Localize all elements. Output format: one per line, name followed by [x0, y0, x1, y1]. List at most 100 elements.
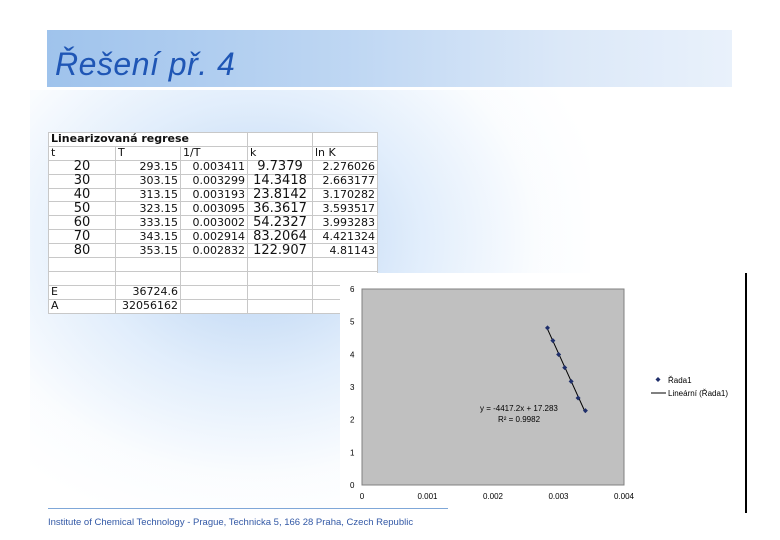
cell-inverse-T: 0.003299 [180, 173, 248, 189]
chart-container: 0 1 2 3 4 5 6 0 0.001 0.002 0.003 0.004 y = -4417.… [340, 273, 747, 513]
cell-t: 60 [48, 215, 116, 231]
table-row: 80 353.15 0.002832 122.907 4.81143 [48, 243, 378, 259]
plot-area [361, 288, 625, 486]
cell-inverse-T: 0.002914 [180, 229, 248, 245]
empty-cell [180, 257, 248, 272]
title-band: Řešení př. 4 [47, 30, 732, 87]
A-value: 32056162 [115, 298, 181, 314]
cell-lnK: 4.421324 [312, 229, 378, 245]
y-tick-label: 0 [350, 481, 355, 490]
cell-t: 30 [48, 173, 116, 189]
cell-t: 80 [48, 243, 116, 259]
table-row: 40 313.15 0.003193 23.8142 3.170282 [48, 187, 378, 203]
x-tick-label: 0.002 [483, 492, 504, 501]
footer-text: Institute of Chemical Technology - Pragu… [48, 517, 414, 528]
chart-legend: Řada1 Lineární (Řada1) [651, 376, 728, 398]
empty-cell [247, 298, 313, 314]
table-header-row: t T 1/T k ln K [48, 145, 378, 161]
y-tick-label: 5 [350, 318, 355, 327]
y-tick-label: 4 [350, 350, 355, 359]
legend-marker-icon [655, 377, 661, 382]
table-row: 20 293.15 0.003411 9.7379 2.276026 [48, 159, 378, 175]
cell-k: 14.3418 [247, 173, 313, 189]
scatter-chart: 0 1 2 3 4 5 6 0 0.001 0.002 0.003 0.004 y = -4417.… [350, 285, 728, 501]
cell-lnK: 3.170282 [312, 187, 378, 203]
cell-T: 313.15 [115, 187, 181, 203]
empty-cell [312, 132, 378, 147]
cell-k: 122.907 [247, 243, 313, 259]
empty-cell [48, 270, 116, 286]
trendline-equation: y = -4417.2x + 17.283 [480, 404, 558, 413]
x-tick-label: 0.003 [548, 492, 569, 501]
table-row: Linearizovaná regrese [48, 132, 378, 147]
y-tick-label: 2 [350, 416, 355, 425]
cell-lnK: 3.993283 [312, 215, 378, 231]
footer: Institute of Chemical Technology - Pragu… [48, 508, 448, 529]
cell-k: 36.3617 [247, 201, 313, 217]
x-tick-label: 0 [360, 492, 365, 501]
cell-T: 303.15 [115, 173, 181, 189]
legend-trendline-label: Lineární (Řada1) [668, 389, 728, 398]
header-k: k [247, 145, 313, 161]
empty-cell [48, 257, 116, 272]
slide-title: Řešení př. 4 [55, 46, 236, 82]
cell-inverse-T: 0.003095 [180, 201, 248, 217]
cell-T: 323.15 [115, 201, 181, 217]
table-row [48, 270, 378, 286]
cell-T: 333.15 [115, 215, 181, 231]
table-row: 70 343.15 0.002914 83.2064 4.421324 [48, 229, 378, 245]
cell-T: 293.15 [115, 159, 181, 175]
empty-cell [180, 270, 248, 286]
cell-lnK: 2.276026 [312, 159, 378, 175]
sheet-title: Linearizovaná regrese [48, 132, 248, 147]
cell-k: 23.8142 [247, 187, 313, 203]
cell-inverse-T: 0.003411 [180, 159, 248, 175]
spreadsheet-table: Linearizovaná regrese t T 1/T k ln K 20 … [48, 132, 378, 314]
x-tick-label: 0.001 [417, 492, 438, 501]
table-row: 60 333.15 0.003002 54.2327 3.993283 [48, 215, 378, 231]
table-row: E 36724.6 [48, 284, 378, 300]
empty-cell [180, 284, 248, 300]
y-axis-ticks: 0 1 2 3 4 5 6 [350, 285, 355, 490]
E-label: E [48, 284, 116, 300]
cell-inverse-T: 0.003193 [180, 187, 248, 203]
header-t: t [48, 145, 116, 161]
table-row: 50 323.15 0.003095 36.3617 3.593517 [48, 201, 378, 217]
table-row [48, 257, 378, 272]
header-T: T [115, 145, 181, 161]
y-tick-label: 6 [350, 285, 355, 294]
table-row: 30 303.15 0.003299 14.3418 2.663177 [48, 173, 378, 189]
cell-lnK: 4.81143 [312, 243, 378, 259]
empty-cell [247, 270, 313, 286]
x-tick-label: 0.004 [614, 492, 635, 501]
cell-lnK: 2.663177 [312, 173, 378, 189]
E-value: 36724.6 [115, 284, 181, 300]
empty-cell [247, 132, 313, 147]
header-inverse-T: 1/T [180, 145, 248, 161]
cell-T: 353.15 [115, 243, 181, 259]
table-row: A 32056162 [48, 298, 378, 314]
empty-cell [312, 257, 378, 272]
cell-inverse-T: 0.002832 [180, 243, 248, 259]
cell-t: 40 [48, 187, 116, 203]
cell-t: 50 [48, 201, 116, 217]
cell-t: 20 [48, 159, 116, 175]
cell-t: 70 [48, 229, 116, 245]
A-label: A [48, 298, 116, 314]
cell-inverse-T: 0.003002 [180, 215, 248, 231]
cell-T: 343.15 [115, 229, 181, 245]
empty-cell [115, 270, 181, 286]
cell-k: 9.7379 [247, 159, 313, 175]
y-tick-label: 3 [350, 383, 355, 392]
empty-cell [247, 257, 313, 272]
y-tick-label: 1 [350, 448, 355, 457]
cell-k: 83.2064 [247, 229, 313, 245]
empty-cell [180, 298, 248, 314]
empty-cell [247, 284, 313, 300]
cell-lnK: 3.593517 [312, 201, 378, 217]
empty-cell [115, 257, 181, 272]
header-lnK: ln K [312, 145, 378, 161]
x-axis-ticks: 0 0.001 0.002 0.003 0.004 [360, 492, 635, 501]
cell-k: 54.2327 [247, 215, 313, 231]
trendline-r2: R² = 0.9982 [498, 415, 541, 424]
